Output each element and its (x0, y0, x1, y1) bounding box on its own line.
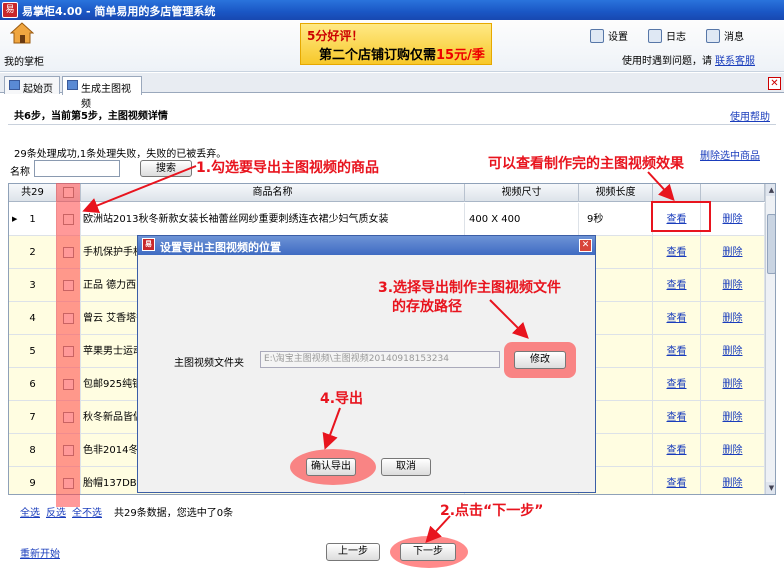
annotation-arrows (82, 165, 675, 543)
